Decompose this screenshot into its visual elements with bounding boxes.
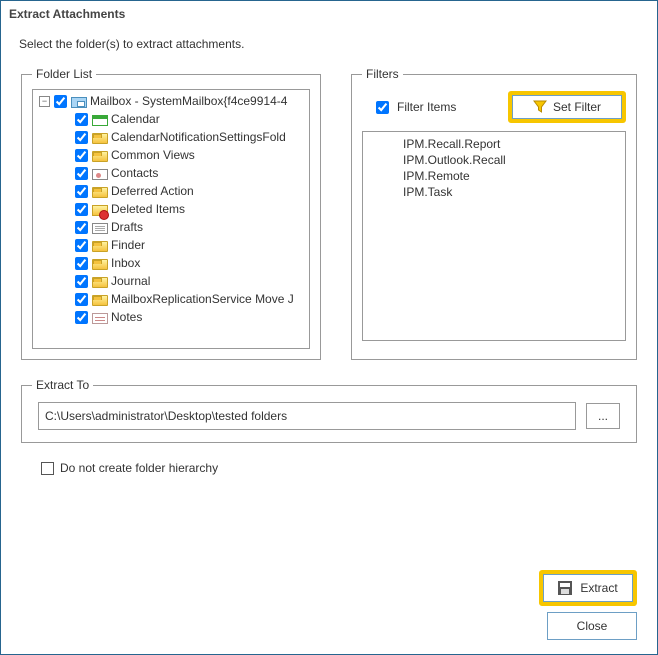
tree-checkbox[interactable] xyxy=(75,221,88,234)
set-filter-label: Set Filter xyxy=(553,100,601,114)
extract-button[interactable]: Extract xyxy=(543,574,633,602)
tree-label: Calendar xyxy=(111,110,160,128)
tree-label: MailboxReplicationService Move J xyxy=(111,290,294,308)
folder-icon xyxy=(92,241,108,252)
tree-checkbox[interactable] xyxy=(75,239,88,252)
tree-item[interactable]: Calendar xyxy=(69,110,309,128)
filter-item[interactable]: IPM.Remote xyxy=(403,168,625,184)
tree-checkbox[interactable] xyxy=(75,293,88,306)
folder-icon xyxy=(92,277,108,288)
tree-item[interactable]: Common Views xyxy=(69,146,309,164)
tree-checkbox[interactable] xyxy=(75,131,88,144)
close-button[interactable]: Close xyxy=(547,612,637,640)
deleted-icon xyxy=(92,205,108,216)
folder-icon xyxy=(92,151,108,162)
funnel-icon xyxy=(533,100,547,114)
tree-label: Finder xyxy=(111,236,145,254)
filter-item[interactable]: IPM.Outlook.Recall xyxy=(403,152,625,168)
tree-checkbox[interactable] xyxy=(75,275,88,288)
tree-item[interactable]: Notes xyxy=(69,308,309,326)
set-filter-highlight: Set Filter xyxy=(508,91,626,123)
tree-label: Deferred Action xyxy=(111,182,194,200)
instruction-text: Select the folder(s) to extract attachme… xyxy=(1,27,657,67)
tree-item[interactable]: CalendarNotificationSettingsFold xyxy=(69,128,309,146)
tree-item[interactable]: Finder xyxy=(69,236,309,254)
filter-items-label: Filter Items xyxy=(397,100,456,114)
filters-legend: Filters xyxy=(362,67,403,81)
tree-checkbox[interactable] xyxy=(75,185,88,198)
no-hierarchy-checkbox[interactable] xyxy=(41,462,54,475)
folder-icon xyxy=(92,187,108,198)
folder-tree[interactable]: −Mailbox - SystemMailbox{f4ce9914-4Calen… xyxy=(32,89,310,349)
extract-to-group: Extract To ... xyxy=(21,378,637,443)
tree-checkbox[interactable] xyxy=(54,95,67,108)
tree-checkbox[interactable] xyxy=(75,149,88,162)
tree-item[interactable]: Inbox xyxy=(69,254,309,272)
tree-item[interactable]: MailboxReplicationService Move J xyxy=(69,290,309,308)
filter-items-checkbox[interactable]: Filter Items xyxy=(362,100,456,114)
tree-item[interactable]: Contacts xyxy=(69,164,309,182)
tree-checkbox[interactable] xyxy=(75,311,88,324)
folder-list-group: Folder List − Mailbox - SystemMailbox{f4c… xyxy=(21,67,321,360)
tree-label: Inbox xyxy=(111,254,140,272)
save-icon xyxy=(558,581,572,595)
mailbox-icon xyxy=(71,97,87,108)
folder-list-legend: Folder List xyxy=(32,67,96,81)
tree-label: CalendarNotificationSettingsFold xyxy=(111,128,286,146)
tree-item[interactable]: Journal xyxy=(69,272,309,290)
contacts-icon xyxy=(92,169,108,180)
extract-highlight: Extract xyxy=(539,570,637,606)
tree-checkbox[interactable] xyxy=(75,167,88,180)
calendar-icon xyxy=(92,115,108,126)
extract-path-input[interactable] xyxy=(38,402,576,430)
tree-label: Journal xyxy=(111,272,150,290)
tree-label: Drafts xyxy=(111,218,143,236)
tree-item[interactable]: Deleted Items xyxy=(69,200,309,218)
tree-item[interactable]: Deferred Action xyxy=(69,182,309,200)
extract-label: Extract xyxy=(580,581,617,595)
filter-list[interactable]: IPM.Recall.ReportIPM.Outlook.RecallIPM.R… xyxy=(362,131,626,341)
filter-items-input[interactable] xyxy=(376,101,389,114)
extract-to-legend: Extract To xyxy=(32,378,93,392)
tree-collapse-icon[interactable]: − xyxy=(39,96,50,107)
folder-icon xyxy=(92,133,108,144)
tree-checkbox[interactable] xyxy=(75,113,88,126)
folder-icon xyxy=(92,295,108,306)
filters-group: Filters Filter Items Set Filter IPM.Reca… xyxy=(351,67,637,360)
tree-label: Deleted Items xyxy=(111,200,185,218)
folder-icon xyxy=(92,259,108,270)
browse-button[interactable]: ... xyxy=(586,403,620,429)
tree-label: Notes xyxy=(111,308,142,326)
tree-item[interactable]: Drafts xyxy=(69,218,309,236)
filter-item[interactable]: IPM.Recall.Report xyxy=(403,136,625,152)
no-hierarchy-label: Do not create folder hierarchy xyxy=(60,461,218,475)
tree-label: Mailbox - SystemMailbox{f4ce9914-4 xyxy=(90,92,287,110)
tree-checkbox[interactable] xyxy=(75,257,88,270)
tree-label: Contacts xyxy=(111,164,158,182)
filter-item[interactable]: IPM.Task xyxy=(403,184,625,200)
drafts-icon xyxy=(92,223,108,234)
tree-label: Common Views xyxy=(111,146,195,164)
notes-icon xyxy=(92,313,108,324)
tree-checkbox[interactable] xyxy=(75,203,88,216)
set-filter-button[interactable]: Set Filter xyxy=(512,95,622,119)
dialog-title: Extract Attachments xyxy=(1,1,657,27)
tree-root[interactable]: − Mailbox - SystemMailbox{f4ce9914-4 xyxy=(33,92,309,110)
